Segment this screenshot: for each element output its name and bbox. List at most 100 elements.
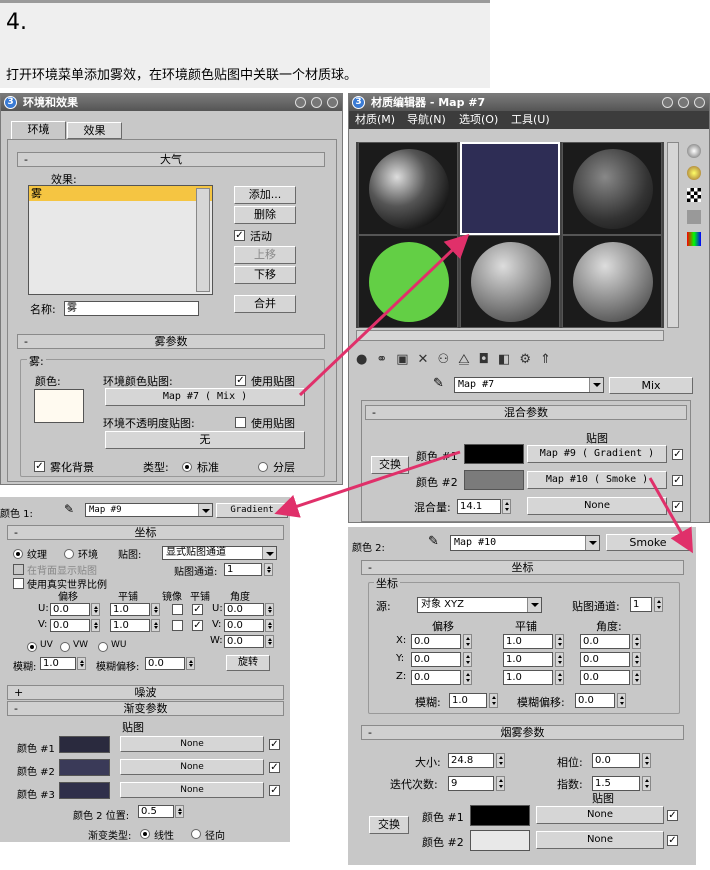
y-angle-field[interactable]: 0.0 bbox=[580, 652, 630, 667]
background-icon[interactable] bbox=[687, 188, 701, 202]
atmosphere-rollout[interactable]: - 大气 bbox=[17, 152, 325, 167]
vw-radio[interactable] bbox=[60, 642, 70, 652]
smoke-blur-offset-field[interactable]: 0.0 bbox=[575, 693, 615, 708]
type-layered-radio[interactable] bbox=[258, 462, 268, 472]
close-icon[interactable] bbox=[694, 97, 705, 108]
minimize-icon[interactable] bbox=[295, 97, 306, 108]
get-material-icon[interactable]: ● bbox=[356, 352, 376, 367]
menu-navigation[interactable]: 导航(N) bbox=[407, 111, 446, 129]
smoke-map-name-combo[interactable]: Map #10 bbox=[450, 535, 600, 551]
y-offset-field[interactable]: 0.0 bbox=[411, 652, 461, 667]
y-tiling-field[interactable]: 1.0 bbox=[503, 652, 553, 667]
make-unique-icon[interactable]: ⚇ bbox=[437, 352, 458, 367]
move-up-button[interactable]: 上移 bbox=[234, 246, 296, 264]
u-offset-spinner[interactable] bbox=[91, 603, 100, 616]
effects-scrollbar[interactable] bbox=[196, 188, 210, 292]
radial-radio[interactable] bbox=[191, 829, 201, 839]
mix-color2-map-checkbox[interactable]: ✓ bbox=[672, 475, 683, 486]
mix-color1-map-checkbox[interactable]: ✓ bbox=[672, 449, 683, 460]
merge-button[interactable]: 合并 bbox=[234, 295, 296, 313]
gradient-params-rollout[interactable]: - 渐变参数 bbox=[7, 701, 284, 716]
wu-radio[interactable] bbox=[98, 642, 108, 652]
v-offset-spinner[interactable] bbox=[91, 619, 100, 632]
effect-name-field[interactable]: 雾 bbox=[64, 301, 199, 316]
sample-type-icon[interactable] bbox=[687, 144, 701, 158]
env-color-map-button[interactable]: Map #7 ( Mix ) bbox=[105, 388, 305, 406]
color2-position-spinner[interactable] bbox=[175, 805, 184, 818]
go-forward-icon[interactable]: ⇑ bbox=[540, 352, 560, 367]
menu-options[interactable]: 选项(O) bbox=[459, 111, 498, 129]
smoke-blur-offset-spinner[interactable] bbox=[617, 693, 626, 708]
map-name-combo[interactable]: Map #7 bbox=[454, 377, 604, 393]
eyedropper-icon[interactable]: ✎ bbox=[64, 502, 74, 516]
iterations-spinner[interactable] bbox=[496, 776, 505, 791]
uv-tiling-icon[interactable] bbox=[687, 210, 701, 224]
video-check-icon[interactable] bbox=[687, 232, 701, 246]
size-spinner[interactable] bbox=[496, 753, 505, 768]
mix-color1-swatch[interactable] bbox=[464, 444, 524, 464]
exponent-spinner[interactable] bbox=[642, 776, 651, 791]
fog-background-checkbox[interactable]: ✓ bbox=[34, 461, 45, 472]
smoke-color2-map-button[interactable]: None bbox=[536, 831, 664, 849]
gradient-blur-offset-spinner[interactable] bbox=[186, 657, 195, 670]
smoke-color2-swatch[interactable] bbox=[470, 830, 530, 851]
sample-slot-5[interactable] bbox=[460, 235, 560, 328]
use-color-map-checkbox[interactable]: ✓ bbox=[235, 375, 246, 386]
map-type-button[interactable]: Mix bbox=[609, 377, 693, 394]
active-checkbox[interactable]: ✓ bbox=[234, 230, 245, 241]
map-channel-spinner[interactable] bbox=[264, 563, 273, 576]
smoke-color2-checkbox[interactable]: ✓ bbox=[667, 835, 678, 846]
grad-color3-map-button[interactable]: None bbox=[120, 782, 264, 798]
x-angle-spinner[interactable] bbox=[632, 634, 641, 649]
smoke-color1-map-button[interactable]: None bbox=[536, 806, 664, 824]
v-tiling-field[interactable]: 1.0 bbox=[110, 619, 150, 632]
gradient-blur-offset-field[interactable]: 0.0 bbox=[145, 657, 185, 670]
exponent-field[interactable]: 1.5 bbox=[592, 776, 640, 791]
fog-params-rollout[interactable]: - 雾参数 bbox=[17, 334, 325, 349]
mix-color2-swatch[interactable] bbox=[464, 470, 524, 490]
grad-color2-swatch[interactable] bbox=[59, 759, 110, 776]
u-offset-field[interactable]: 0.0 bbox=[50, 603, 90, 616]
iterations-field[interactable]: 9 bbox=[448, 776, 494, 791]
v-mirror-checkbox[interactable] bbox=[172, 620, 183, 631]
x-tiling-field[interactable]: 1.0 bbox=[503, 634, 553, 649]
assign-icon[interactable]: ⚭ bbox=[376, 352, 396, 367]
gradient-blur-spinner[interactable] bbox=[77, 657, 86, 670]
z-offset-spinner[interactable] bbox=[463, 670, 472, 685]
tab-effects[interactable]: 效果 bbox=[67, 122, 122, 139]
v-angle-spinner[interactable] bbox=[265, 619, 274, 632]
grad-color1-swatch[interactable] bbox=[59, 736, 110, 753]
z-offset-field[interactable]: 0.0 bbox=[411, 670, 461, 685]
grad-color2-map-button[interactable]: None bbox=[120, 759, 264, 775]
env-opacity-map-button[interactable]: 无 bbox=[105, 431, 305, 449]
restore-icon[interactable] bbox=[678, 97, 689, 108]
u-tiling-field[interactable]: 1.0 bbox=[110, 603, 150, 616]
rotate-button[interactable]: 旋转 bbox=[226, 655, 270, 671]
grad-color1-map-button[interactable]: None bbox=[120, 736, 264, 752]
z-angle-field[interactable]: 0.0 bbox=[580, 670, 630, 685]
effect-item-fog[interactable]: 雾 bbox=[29, 186, 212, 201]
fog-color-swatch[interactable] bbox=[34, 389, 84, 423]
gradient-map-type-button[interactable]: Gradient bbox=[216, 503, 288, 518]
smoke-blur-spinner[interactable] bbox=[489, 693, 498, 708]
sample-slot-2[interactable] bbox=[460, 142, 560, 235]
map-channel-field[interactable]: 1 bbox=[224, 563, 262, 576]
mix-amount-map-checkbox[interactable]: ✓ bbox=[672, 501, 683, 512]
phase-field[interactable]: 0.0 bbox=[592, 753, 640, 768]
v-tiling-spinner[interactable] bbox=[151, 619, 160, 632]
gradient-blur-field[interactable]: 1.0 bbox=[40, 657, 76, 670]
sample-slot-3[interactable] bbox=[562, 142, 662, 235]
backlight-icon[interactable] bbox=[687, 166, 701, 180]
w-angle-spinner[interactable] bbox=[265, 635, 274, 648]
smoke-coords-rollout[interactable]: - 坐标 bbox=[361, 560, 684, 575]
mix-amount-map-button[interactable]: None bbox=[527, 497, 667, 515]
add-button[interactable]: 添加... bbox=[234, 186, 296, 204]
effects-list[interactable]: 雾 bbox=[28, 185, 213, 295]
tab-environment[interactable]: 环境 bbox=[11, 121, 66, 140]
phase-spinner[interactable] bbox=[642, 753, 651, 768]
x-tiling-spinner[interactable] bbox=[555, 634, 564, 649]
smoke-color1-swatch[interactable] bbox=[470, 805, 530, 826]
slots-scrollbar-h[interactable] bbox=[356, 330, 664, 341]
grad-color3-checkbox[interactable]: ✓ bbox=[269, 785, 280, 796]
go-parent-icon[interactable]: ⚙ bbox=[519, 352, 540, 367]
